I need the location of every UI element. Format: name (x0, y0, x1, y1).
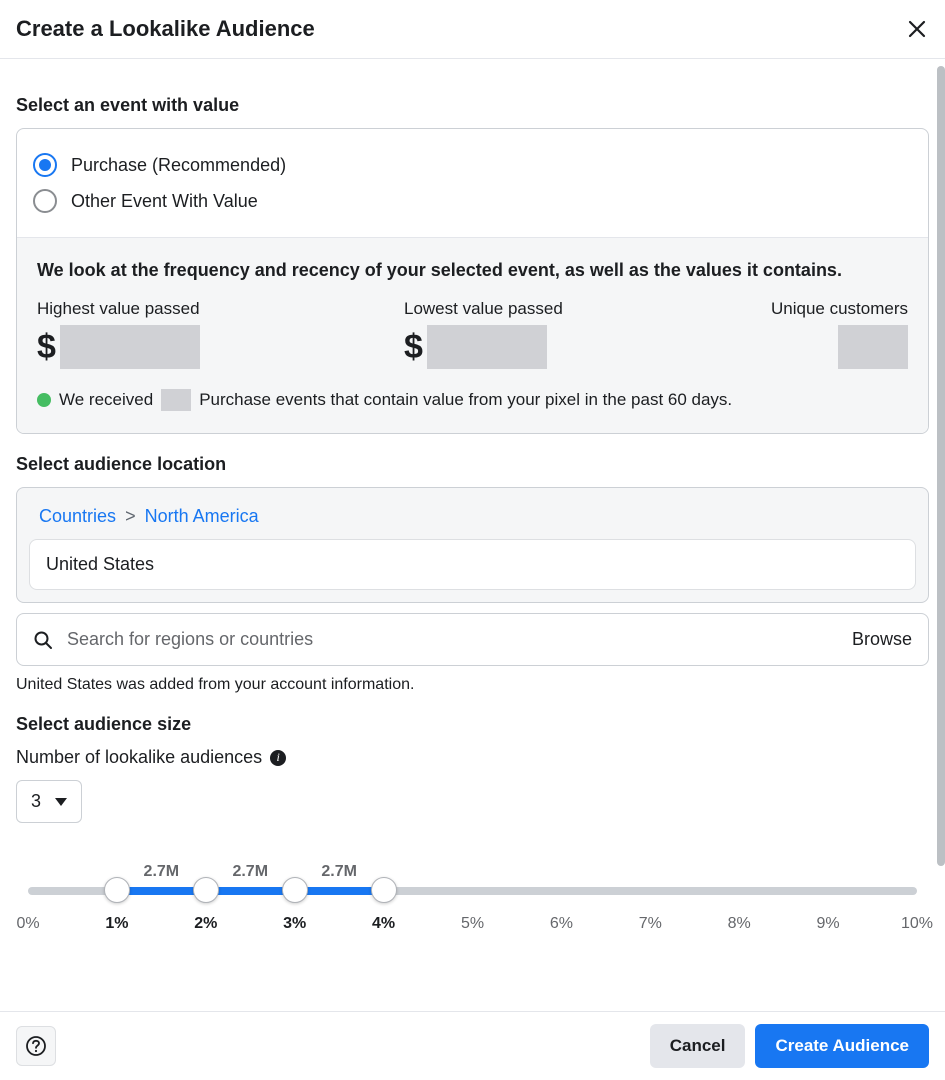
slider-segment-labels: 2.7M 2.7M 2.7M (28, 863, 917, 887)
slider-tick-label: 1% (105, 915, 128, 933)
help-icon (25, 1035, 47, 1057)
radio-icon (33, 153, 57, 177)
selected-country-chip[interactable]: United States (29, 539, 916, 590)
slider-handle[interactable] (282, 877, 308, 903)
events-received-line: We received Purchase events that contain… (37, 389, 908, 411)
segment-size-label: 2.7M (232, 863, 268, 881)
highest-value-redacted (60, 325, 200, 369)
create-audience-button[interactable]: Create Audience (755, 1024, 929, 1068)
dialog-footer: Cancel Create Audience (0, 1011, 945, 1080)
radio-purchase[interactable]: Purchase (Recommended) (33, 147, 912, 183)
scrollbar[interactable] (937, 66, 945, 866)
events-suffix: Purchase events that contain value from … (199, 390, 732, 410)
highest-value-label: Highest value passed (37, 299, 344, 319)
location-breadcrumb: Countries > North America (29, 500, 916, 539)
slider-tick-label: 2% (194, 915, 217, 933)
status-dot-icon (37, 393, 51, 407)
lowest-value-label: Lowest value passed (404, 299, 711, 319)
slider-tick-label: 6% (550, 915, 573, 933)
unique-customers-label: Unique customers (771, 299, 908, 319)
breadcrumb-countries[interactable]: Countries (39, 506, 116, 526)
location-search-row: Browse (16, 613, 929, 666)
search-icon (33, 630, 53, 650)
audience-size-slider: 2.7M2.7M2.7M 0%1%2%3%4%5%6%7%8%9%10% (16, 863, 929, 935)
location-note: United States was added from your accoun… (16, 676, 929, 694)
slider-tick-label: 7% (639, 915, 662, 933)
breadcrumb-north-america[interactable]: North America (145, 506, 259, 526)
dialog-title: Create a Lookalike Audience (16, 16, 315, 42)
num-audiences-value: 3 (31, 791, 41, 812)
radio-other-event[interactable]: Other Event With Value (33, 183, 912, 219)
num-audiences-label: Number of lookalike audiences (16, 747, 262, 768)
segment-size-label: 2.7M (144, 863, 180, 881)
lowest-value-redacted (427, 325, 547, 369)
events-count-redacted (161, 389, 191, 411)
chevron-down-icon (55, 798, 67, 806)
slider-fill (117, 887, 384, 895)
slider-tick-label: 8% (728, 915, 751, 933)
breadcrumb-separator: > (125, 506, 136, 526)
events-prefix: We received (59, 390, 153, 410)
cancel-button[interactable]: Cancel (650, 1024, 746, 1068)
num-audiences-select[interactable]: 3 (16, 780, 82, 823)
size-section-heading: Select audience size (16, 714, 929, 735)
slider-handle[interactable] (371, 877, 397, 903)
radio-label: Other Event With Value (71, 191, 258, 212)
slider-ticks: 0%1%2%3%4%5%6%7%8%9%10% (28, 915, 917, 935)
help-button[interactable] (16, 1026, 56, 1066)
info-icon[interactable]: i (270, 750, 286, 766)
slider-handle[interactable] (193, 877, 219, 903)
slider-tick-label: 10% (901, 915, 933, 933)
location-search-input[interactable] (65, 628, 840, 651)
close-icon (907, 19, 927, 39)
slider-tick-label: 9% (817, 915, 840, 933)
slider-tick-label: 3% (283, 915, 306, 933)
stats-block: We look at the frequency and recency of … (17, 237, 928, 433)
slider-tick-label: 5% (461, 915, 484, 933)
stats-lead-text: We look at the frequency and recency of … (37, 260, 908, 281)
segment-size-label: 2.7M (321, 863, 357, 881)
event-card: Purchase (Recommended) Other Event With … (16, 128, 929, 434)
location-card: Countries > North America United States (16, 487, 929, 603)
slider-handle[interactable] (104, 877, 130, 903)
slider-tick-label: 4% (372, 915, 395, 933)
browse-button[interactable]: Browse (852, 629, 912, 650)
radio-icon (33, 189, 57, 213)
close-button[interactable] (905, 17, 929, 41)
num-audiences-row: Number of lookalike audiences i (16, 747, 929, 768)
event-section-heading: Select an event with value (16, 95, 929, 116)
currency-symbol: $ (404, 328, 423, 367)
slider-tick-label: 0% (16, 915, 39, 933)
currency-symbol: $ (37, 328, 56, 367)
slider-track[interactable] (28, 887, 917, 895)
radio-label: Purchase (Recommended) (71, 155, 286, 176)
location-section-heading: Select audience location (16, 454, 929, 475)
unique-customers-redacted (838, 325, 908, 369)
dialog-header: Create a Lookalike Audience (0, 0, 945, 59)
